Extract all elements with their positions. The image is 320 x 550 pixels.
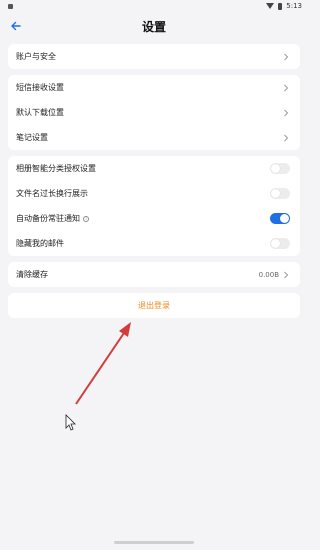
- clock: 5:13: [286, 2, 302, 10]
- row-label: 清除缓存: [16, 270, 48, 279]
- settings-group-toggles: 相册智能分类授权设置 文件名过长换行展示 自动备份常驻通知 i 隐藏我的邮件: [8, 156, 300, 256]
- chevron-right-icon: [282, 134, 290, 142]
- row-account-security[interactable]: 账户与安全: [8, 44, 300, 69]
- home-indicator: [114, 541, 194, 544]
- battery-icon: [278, 2, 283, 10]
- back-button[interactable]: [6, 16, 26, 36]
- row-label-container: 自动备份常驻通知 i: [16, 213, 270, 224]
- title-bar: 设置: [0, 12, 308, 40]
- logout-button[interactable]: 退出登录: [8, 293, 300, 318]
- status-bar: 5:13: [0, 0, 308, 12]
- chevron-right-icon: [282, 271, 290, 279]
- page-title: 设置: [141, 19, 166, 34]
- toggle-switch[interactable]: [270, 188, 290, 199]
- mouse-cursor-icon: [65, 414, 76, 431]
- row-download-location[interactable]: 默认下载位置: [8, 100, 300, 125]
- chevron-right-icon: [282, 84, 290, 92]
- row-album-classification: 相册智能分类授权设置: [8, 156, 300, 181]
- notification-icon: [8, 3, 13, 9]
- row-label: 短信接收设置: [16, 83, 64, 92]
- chevron-right-icon: [282, 109, 290, 117]
- row-label: 隐藏我的邮件: [16, 239, 64, 248]
- row-label: 相册智能分类授权设置: [16, 164, 96, 173]
- row-clear-cache[interactable]: 清除缓存 0.00B: [8, 262, 300, 287]
- row-label: 文件名过长换行展示: [16, 189, 88, 198]
- row-label: 自动备份常驻通知: [16, 214, 80, 223]
- toggle-switch[interactable]: [270, 213, 290, 224]
- row-label: 默认下载位置: [16, 108, 64, 117]
- toggle-switch[interactable]: [270, 238, 290, 249]
- row-hide-my-mail: 隐藏我的邮件: [8, 231, 300, 256]
- row-label: 账户与安全: [16, 52, 56, 61]
- row-label: 笔记设置: [16, 133, 48, 142]
- settings-group-cache: 清除缓存 0.00B: [8, 262, 300, 287]
- settings-group-general: 短信接收设置 默认下载位置 笔记设置: [8, 75, 300, 150]
- row-notes-settings[interactable]: 笔记设置: [8, 125, 300, 150]
- toggle-switch[interactable]: [270, 163, 290, 174]
- row-filename-wrap: 文件名过长换行展示: [8, 181, 300, 206]
- annotation-arrow-icon: [75, 322, 131, 405]
- info-icon[interactable]: i: [83, 215, 89, 222]
- back-arrow-icon: [11, 21, 21, 31]
- settings-group-account: 账户与安全: [8, 44, 300, 69]
- chevron-right-icon: [282, 53, 290, 61]
- row-sms-settings[interactable]: 短信接收设置: [8, 75, 300, 100]
- row-auto-backup-notify: 自动备份常驻通知 i: [8, 206, 300, 231]
- status-icons: 5:13: [266, 2, 302, 10]
- wifi-icon: [266, 3, 275, 9]
- cache-size: 0.00B: [258, 270, 279, 279]
